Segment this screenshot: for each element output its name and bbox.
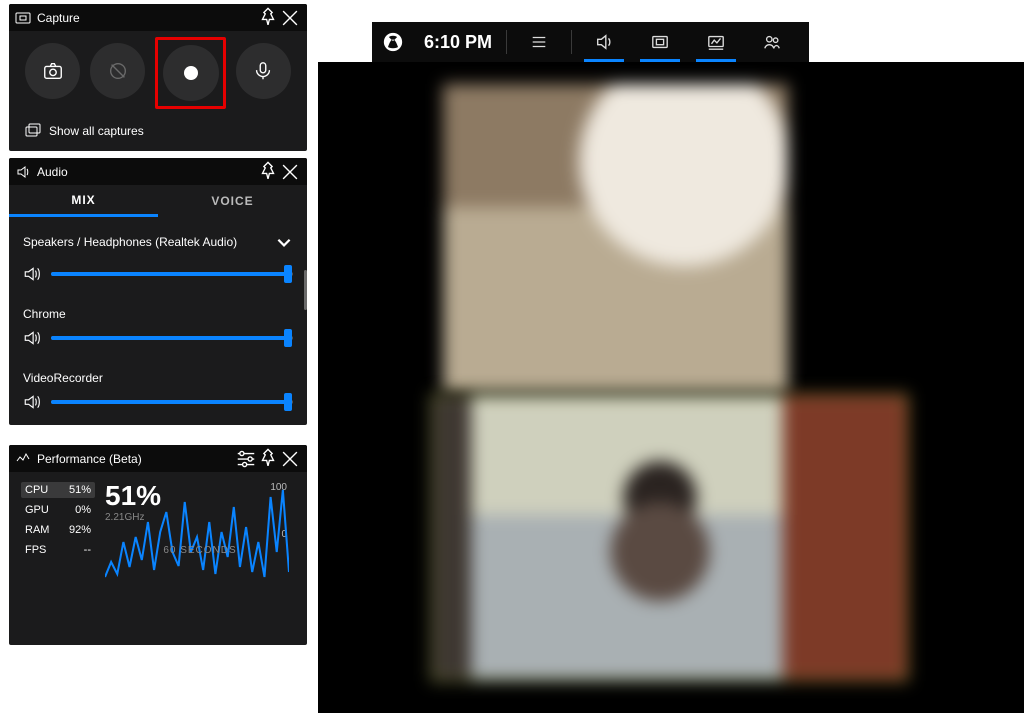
stat-cpu[interactable]: CPU 51% bbox=[21, 482, 95, 498]
audio-scrollbar[interactable] bbox=[303, 190, 307, 425]
audio-widget-button[interactable] bbox=[576, 22, 632, 62]
participant-video-2 bbox=[431, 394, 908, 681]
capture-widget-icon bbox=[15, 10, 31, 26]
stat-ram[interactable]: RAM 92% bbox=[21, 522, 95, 538]
capture-title: Capture bbox=[37, 11, 257, 25]
chevron-down-icon[interactable] bbox=[275, 233, 293, 251]
close-button[interactable] bbox=[279, 161, 301, 183]
app-videorecorder-label: VideoRecorder bbox=[23, 365, 293, 385]
pin-button[interactable] bbox=[257, 161, 279, 183]
output-device-row[interactable]: Speakers / Headphones (Realtek Audio) bbox=[23, 227, 293, 257]
audio-tabs: MIX VOICE bbox=[9, 185, 307, 217]
stat-fps[interactable]: FPS -- bbox=[21, 542, 95, 558]
tab-voice[interactable]: VOICE bbox=[158, 185, 307, 217]
record-last-button[interactable] bbox=[90, 43, 145, 99]
xbox-social-button[interactable] bbox=[744, 22, 800, 62]
perf-graph-area: 51% 2.21GHz 100 0 60 SECONDS bbox=[105, 482, 295, 558]
show-all-captures-link[interactable]: Show all captures bbox=[9, 115, 307, 149]
xbox-button[interactable] bbox=[372, 32, 414, 52]
capture-panel: Capture S bbox=[9, 4, 307, 151]
audio-panel: Audio MIX VOICE Speakers / Headphones (R… bbox=[9, 158, 307, 425]
stat-list: CPU 51% GPU 0% RAM 92% FPS -- bbox=[21, 482, 95, 558]
output-device-label: Speakers / Headphones (Realtek Audio) bbox=[23, 235, 237, 249]
audio-title: Audio bbox=[37, 165, 257, 179]
app-chrome-label: Chrome bbox=[23, 301, 293, 321]
start-recording-button[interactable] bbox=[163, 45, 219, 101]
separator bbox=[571, 30, 572, 54]
chrome-volume-row bbox=[23, 321, 293, 365]
performance-body: CPU 51% GPU 0% RAM 92% FPS -- 51% 2.2 bbox=[9, 472, 307, 564]
separator bbox=[506, 30, 507, 54]
speaker-icon[interactable] bbox=[23, 265, 41, 283]
capture-buttons bbox=[9, 31, 307, 115]
performance-widget-icon bbox=[15, 451, 31, 467]
audio-body: Speakers / Headphones (Realtek Audio) Ch… bbox=[9, 217, 307, 425]
videorecorder-volume-slider[interactable] bbox=[51, 400, 293, 404]
system-volume-row bbox=[23, 257, 293, 301]
chrome-volume-slider[interactable] bbox=[51, 336, 293, 340]
close-button[interactable] bbox=[279, 448, 301, 470]
performance-header: Performance (Beta) bbox=[9, 445, 307, 472]
settings-icon[interactable] bbox=[235, 448, 257, 470]
speaker-icon[interactable] bbox=[23, 393, 41, 411]
clock: 6:10 PM bbox=[414, 32, 502, 53]
stat-gpu[interactable]: GPU 0% bbox=[21, 502, 95, 518]
speaker-icon[interactable] bbox=[23, 329, 41, 347]
widgets-menu-button[interactable] bbox=[511, 22, 567, 62]
x-axis-label: 60 SECONDS bbox=[105, 545, 295, 556]
system-volume-slider[interactable] bbox=[51, 272, 293, 276]
microphone-toggle-button[interactable] bbox=[236, 43, 291, 99]
audio-header: Audio bbox=[9, 158, 307, 185]
video-call-window bbox=[318, 62, 1024, 713]
tab-mix[interactable]: MIX bbox=[9, 185, 158, 217]
pin-button[interactable] bbox=[257, 7, 279, 29]
record-icon bbox=[184, 66, 198, 80]
participant-video-1 bbox=[443, 84, 788, 392]
videorecorder-volume-row bbox=[23, 385, 293, 425]
game-bar-topbar: 6:10 PM bbox=[372, 22, 809, 62]
performance-widget-button[interactable] bbox=[688, 22, 744, 62]
performance-title: Performance (Beta) bbox=[37, 452, 235, 466]
capture-widget-button[interactable] bbox=[632, 22, 688, 62]
capture-header: Capture bbox=[9, 4, 307, 31]
show-all-captures-label: Show all captures bbox=[49, 124, 144, 138]
close-button[interactable] bbox=[279, 7, 301, 29]
screenshot-button[interactable] bbox=[25, 43, 80, 99]
audio-widget-icon bbox=[15, 164, 31, 180]
pin-button[interactable] bbox=[257, 448, 279, 470]
record-highlight-box bbox=[155, 37, 226, 109]
performance-panel: Performance (Beta) CPU 51% GPU 0% bbox=[9, 445, 307, 645]
